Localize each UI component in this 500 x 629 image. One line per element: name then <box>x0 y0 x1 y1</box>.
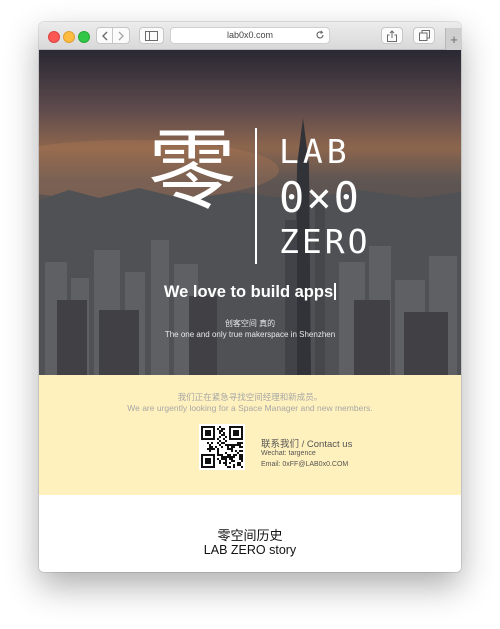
address-bar[interactable]: lab0x0.com <box>170 27 330 44</box>
story-title-chinese: 零空间历史 <box>217 528 283 543</box>
tagline-text: We love to build apps <box>163 283 334 301</box>
story-section: 零空间历史 LAB ZERO story <box>39 495 461 572</box>
new-tab-button[interactable]: + <box>445 28 461 50</box>
reload-icon[interactable] <box>315 30 325 40</box>
logo-line-0x0: 0×0 <box>279 173 361 222</box>
hero-section: 零 LAB 0×0 ZERO We love to build apps 创客空… <box>39 50 461 375</box>
logo-line-lab: LAB <box>279 132 351 171</box>
notice-text-english: We are urgently looking for a Space Mana… <box>127 403 373 413</box>
typing-cursor <box>334 283 337 300</box>
address-url: lab0x0.com <box>226 30 274 40</box>
back-button[interactable] <box>96 27 113 44</box>
close-window-button[interactable] <box>48 31 60 43</box>
contact-email[interactable]: Email: 0xFF@LAB0x0.COM <box>261 461 348 468</box>
wechat-qr-code <box>199 424 245 470</box>
logo-divider <box>255 128 257 264</box>
forward-button[interactable] <box>113 27 130 44</box>
sidebar-button[interactable] <box>139 27 164 44</box>
hero-subtitle-english: The one and only true makerspace in Shen… <box>164 330 336 339</box>
forward-chevron-icon <box>118 31 124 40</box>
share-icon <box>387 29 397 42</box>
zoom-window-button[interactable] <box>78 31 90 43</box>
hero-subtitle-chinese: 创客空间 真的 <box>224 319 276 328</box>
browser-toolbar: lab0x0.com + <box>39 22 461 50</box>
story-title-english: LAB ZERO story <box>203 543 297 557</box>
browser-window: lab0x0.com + 零 LAB 0×0 ZERO We love to b… <box>39 22 461 572</box>
tabs-icon <box>418 30 430 41</box>
tab-overview-button[interactable] <box>413 27 435 44</box>
hero-tagline: We love to build apps <box>39 282 461 302</box>
contact-title: 联系我们 / Contact us <box>261 439 353 450</box>
minimize-window-button[interactable] <box>63 31 75 43</box>
hiring-notice-section: 我们正在紧急寻找空间经理和新成员。 We are urgently lookin… <box>39 375 461 495</box>
notice-text-chinese: 我们正在紧急寻找空间经理和新成员。 <box>177 392 323 402</box>
contact-wechat: Wechat: targence <box>261 450 316 457</box>
sidebar-icon <box>145 30 158 41</box>
logo-chinese-character: 零 <box>147 119 236 222</box>
share-button[interactable] <box>381 27 403 44</box>
logo-line-zero: ZERO <box>279 222 371 261</box>
back-chevron-icon <box>101 31 107 40</box>
